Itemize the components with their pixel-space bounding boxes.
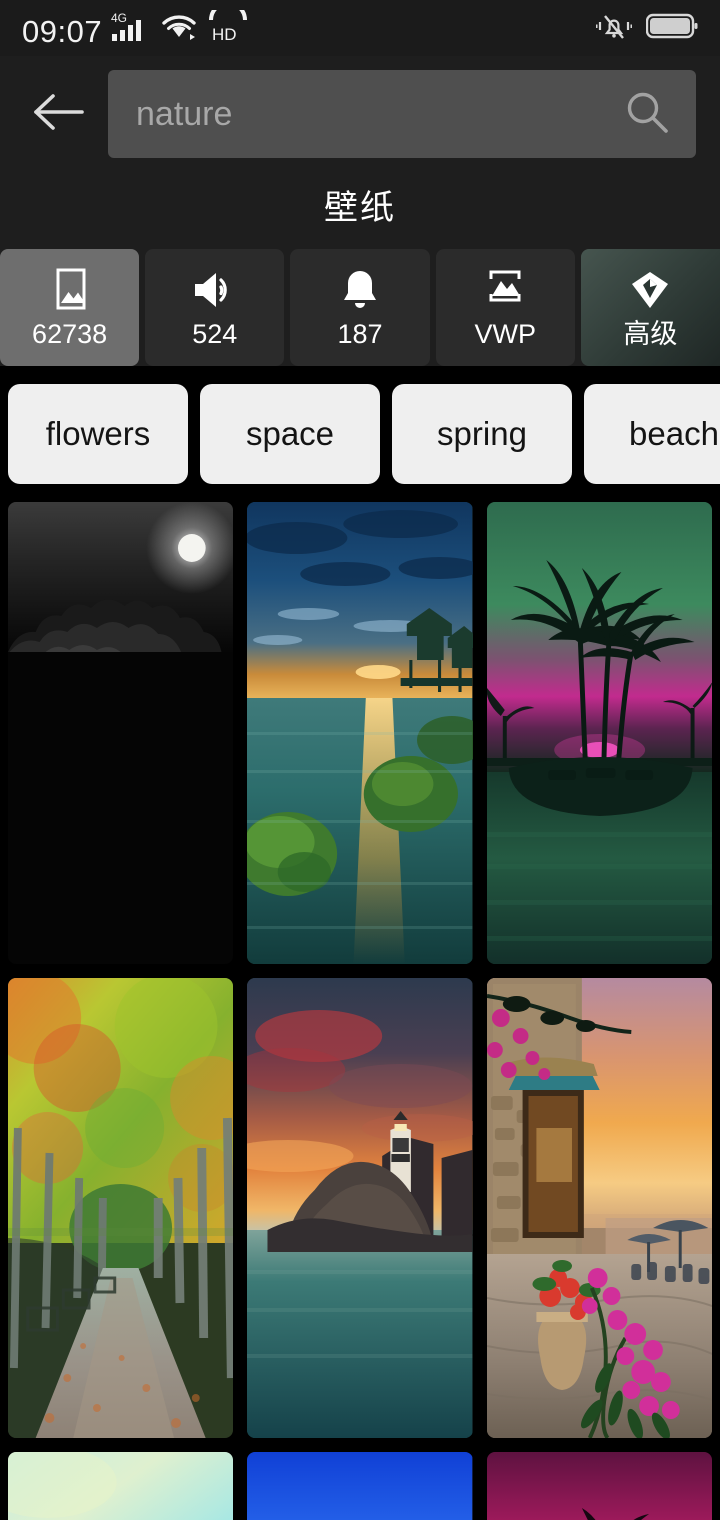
wallpaper-card-moon-clouds-night[interactable] xyxy=(8,502,234,964)
grid-column-3 xyxy=(486,502,712,1520)
tab-ringtones[interactable]: 524 xyxy=(145,249,285,366)
search-input-value: nature xyxy=(136,95,233,133)
live-wallpaper-icon xyxy=(480,267,530,313)
status-bar: 09:07 4G HD xyxy=(0,0,720,56)
palm-trees-magenta-pool-thumbnail xyxy=(486,502,712,964)
tab-notifications[interactable]: 187 xyxy=(290,249,430,366)
battery-icon xyxy=(645,11,698,46)
wallpaper-card-blue-gradient[interactable] xyxy=(247,1452,473,1520)
tab-vwp[interactable]: VWP xyxy=(435,249,575,366)
signal-icon: 4G xyxy=(111,10,151,47)
chip-flowers[interactable]: flowers xyxy=(8,384,188,484)
diamond-icon xyxy=(628,267,672,313)
category-tab-bar: 62738 524 187 VWP 高级 xyxy=(0,249,720,366)
wallpaper-card-lighthouse-sunset-cliff[interactable] xyxy=(247,978,473,1438)
chip-beach-label: beach xyxy=(629,415,719,452)
wallpaper-card-seaside-flowers-sunset[interactable] xyxy=(486,978,712,1438)
grid-column-2 xyxy=(247,502,473,1520)
tab-wallpapers[interactable]: 62738 xyxy=(0,249,140,366)
tag-chip-row[interactable]: flowers space spring beach xyxy=(0,366,720,502)
svg-text:4G: 4G xyxy=(111,11,127,25)
search-header: nature xyxy=(0,56,720,158)
autumn-tree-avenue-thumbnail xyxy=(8,978,234,1438)
wallpaper-card-autumn-tree-avenue[interactable] xyxy=(8,978,234,1438)
status-bar-right xyxy=(595,9,698,48)
search-icon[interactable] xyxy=(622,87,672,142)
blue-sunset-sea-rocks-thumbnail xyxy=(247,502,473,964)
status-bar-clock: 09:07 xyxy=(22,13,103,49)
bell-icon xyxy=(338,267,382,313)
page-title-bar: 壁纸 xyxy=(0,158,720,249)
seaside-flowers-sunset-thumbnail xyxy=(486,978,712,1438)
image-portrait-icon xyxy=(48,267,92,313)
volte-icon: HD xyxy=(207,0,249,47)
chip-flowers-label: flowers xyxy=(45,415,151,452)
speaker-icon xyxy=(190,267,240,313)
wallpaper-grid xyxy=(0,502,720,1520)
chip-space-label: space xyxy=(245,415,335,452)
blue-gradient-thumbnail xyxy=(247,1452,473,1520)
status-bar-left: 09:07 4G HD xyxy=(22,0,249,49)
app-screen: 09:07 4G HD nature 壁纸 62738 524 187 VWP … xyxy=(0,0,720,1520)
wallpaper-card-palm-trees-magenta-pool[interactable] xyxy=(486,502,712,964)
wallpaper-card-blue-sunset-sea-rocks[interactable] xyxy=(247,502,473,964)
wifi-icon xyxy=(160,10,198,47)
moon-clouds-night-thumbnail xyxy=(8,502,234,964)
tab-premium[interactable]: 高级 xyxy=(580,249,720,366)
chip-spring[interactable]: spring xyxy=(392,384,572,484)
tab-ringtones-label: 524 xyxy=(192,319,238,349)
tab-wallpapers-label: 62738 xyxy=(32,319,108,349)
tab-vwp-label: VWP xyxy=(474,319,536,349)
svg-text:HD: HD xyxy=(212,25,237,42)
chip-beach[interactable]: beach xyxy=(584,384,720,484)
magenta-palms-night-thumbnail xyxy=(486,1452,712,1520)
back-button[interactable] xyxy=(24,79,94,149)
page-title: 壁纸 xyxy=(324,189,396,227)
pastel-cyan-gradient-thumbnail xyxy=(8,1452,234,1520)
wallpaper-card-pastel-cyan-gradient[interactable] xyxy=(8,1452,234,1520)
tab-notifications-label: 187 xyxy=(337,319,383,349)
lighthouse-sunset-cliff-thumbnail xyxy=(247,978,473,1438)
wallpaper-card-magenta-palms-night[interactable] xyxy=(486,1452,712,1520)
search-input[interactable]: nature xyxy=(108,70,696,158)
chip-spring-label: spring xyxy=(437,415,527,452)
chip-space[interactable]: space xyxy=(200,384,380,484)
tab-premium-label: 高级 xyxy=(623,319,678,349)
back-arrow-icon xyxy=(32,91,86,138)
vibrate-icon xyxy=(595,9,633,48)
grid-column-1 xyxy=(8,502,234,1520)
